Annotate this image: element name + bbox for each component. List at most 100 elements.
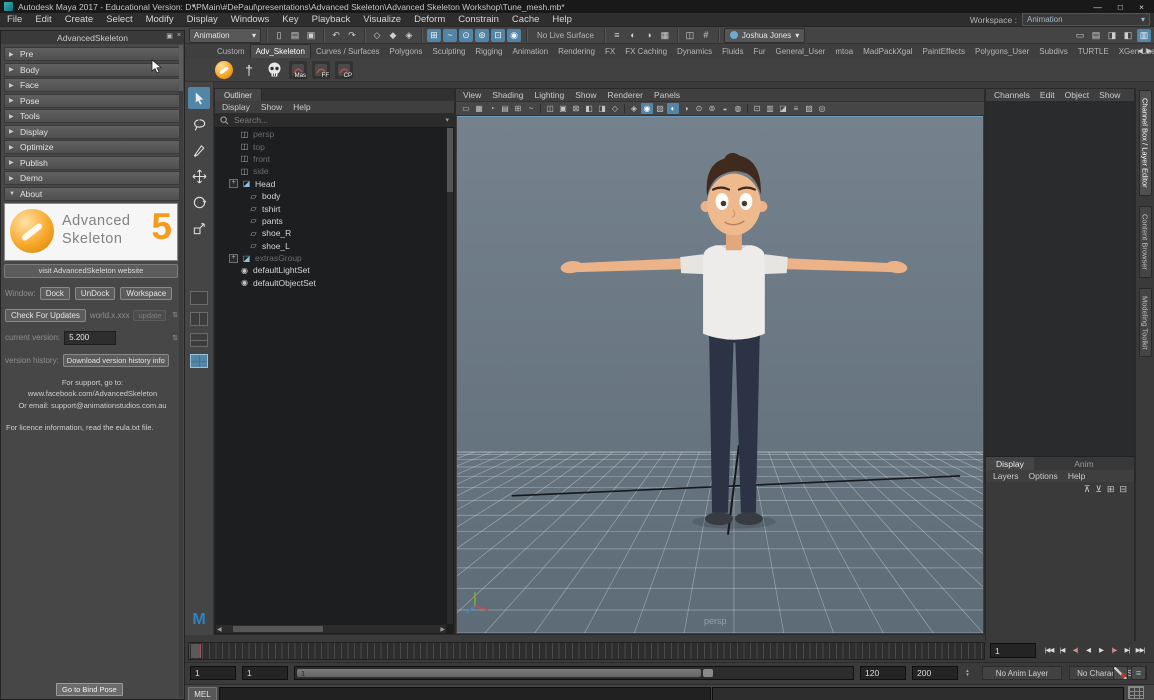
channel-box-toggle-icon[interactable]: ▥ [1137, 29, 1151, 42]
outliner-item-defaultlightset[interactable]: ◉defaultLightSet [215, 264, 446, 276]
step-back-frame-button[interactable]: |◀ [1056, 643, 1068, 657]
new-scene-icon[interactable]: ▯ [272, 29, 286, 42]
viewport-menu-show[interactable]: Show [575, 90, 596, 100]
play-forwards-button[interactable]: ▶ [1095, 643, 1107, 657]
bookmark-icon[interactable]: ◔ [486, 103, 498, 114]
lasso-tool-icon[interactable] [188, 113, 210, 135]
menu-deform[interactable]: Deform [414, 14, 445, 25]
as-section-face[interactable]: ▶Face [4, 78, 180, 92]
expand-icon[interactable]: + [229, 179, 238, 188]
menu-create[interactable]: Create [65, 14, 94, 25]
shadows-icon[interactable]: ◑ [680, 103, 692, 114]
mas-tool-shelf-icon[interactable]: Mas [289, 61, 307, 79]
as-section-about[interactable]: ▼About [4, 187, 180, 201]
safe-title-icon[interactable]: ◇ [609, 103, 621, 114]
shelf-menu-icon[interactable]: ▾ [192, 2, 196, 10]
as-section-publish[interactable]: ▶Publish [4, 156, 180, 170]
menu-cache[interactable]: Cache [512, 14, 539, 25]
select-component-icon[interactable]: ◈ [402, 29, 416, 42]
range-slider[interactable]: 1 [294, 666, 854, 680]
outliner-item-defaultobjectset[interactable]: ◉defaultObjectSet [215, 277, 446, 289]
outliner-item-tshirt[interactable]: ▱tshirt [215, 202, 446, 214]
shelf-tab-general-user[interactable]: General_User [771, 45, 831, 58]
snap-point-icon[interactable]: ⊙ [459, 29, 473, 42]
workspace-select[interactable]: Animation ▾ [1022, 13, 1150, 26]
time-slider[interactable] [188, 642, 985, 660]
multisample-aa-icon[interactable]: ◒ [719, 103, 731, 114]
outliner-menu-display[interactable]: Display [222, 102, 250, 112]
layer-menu-options[interactable]: Options [1029, 471, 1058, 481]
two-pane-side-layout-button[interactable] [190, 312, 208, 326]
outliner-item-shoe-r[interactable]: ▱shoe_R [215, 227, 446, 239]
menu-playback[interactable]: Playback [312, 14, 351, 25]
shelf-tab-rendering[interactable]: Rendering [553, 45, 600, 58]
exposure-icon[interactable]: ≡ [790, 103, 802, 114]
playback-start-field[interactable]: 1 [242, 666, 288, 680]
shelf-tab-custom[interactable]: Custom [212, 45, 250, 58]
as-section-display[interactable]: ▶Display [4, 125, 180, 139]
menu-modify[interactable]: Modify [146, 14, 174, 25]
select-object-icon[interactable]: ◆ [386, 29, 400, 42]
outliner-item-top[interactable]: ◫top [215, 140, 446, 152]
outliner-vertical-scrollbar[interactable] [447, 128, 453, 624]
shelf-tab-sculpting[interactable]: Sculpting [427, 45, 470, 58]
shelf-tab-fx-caching[interactable]: FX Caching [620, 45, 672, 58]
panel-pin-icon[interactable]: ▣ [166, 32, 173, 40]
select-camera-icon[interactable]: ▭ [460, 103, 472, 114]
outliner-horizontal-scrollbar[interactable]: ◀ ▶ [216, 625, 446, 633]
shelf-tab-rigging[interactable]: Rigging [470, 45, 507, 58]
bind-pose-cross-shelf-icon[interactable]: † [239, 60, 259, 80]
dock-button[interactable]: Dock [40, 287, 70, 300]
make-live-icon[interactable]: ◉ [507, 29, 521, 42]
tool-settings-toggle-icon[interactable]: ◧ [1121, 29, 1135, 42]
skull-shelf-icon[interactable] [264, 60, 284, 80]
rotate-tool-icon[interactable] [188, 191, 210, 213]
ff-tool-shelf-icon[interactable]: FF [312, 61, 330, 79]
two-pane-stacked-layout-button[interactable] [190, 333, 208, 347]
outliner-item-persp[interactable]: ◫persp [215, 128, 446, 140]
side-tab-channel-box-layer-editor[interactable]: Channel Box / Layer Editor [1139, 90, 1152, 196]
viewport-menu-lighting[interactable]: Lighting [534, 90, 564, 100]
render-current-frame-icon[interactable]: ◐ [626, 29, 640, 42]
current-frame-field[interactable]: 1 [990, 643, 1036, 658]
redo-icon[interactable]: ↷ [345, 29, 359, 42]
channelbox-menu-object[interactable]: Object [1065, 90, 1090, 100]
viewport-menu-view[interactable]: View [463, 90, 481, 100]
numeric-input-icon[interactable]: # [699, 29, 713, 42]
ipr-render-icon[interactable]: ◑ [642, 29, 656, 42]
maximize-button[interactable]: □ [1118, 2, 1123, 12]
four-pane-layout-button[interactable] [190, 354, 208, 368]
outliner-item-extrasgroup[interactable]: +◪extrasGroup [215, 252, 446, 264]
user-account-button[interactable]: Joshua Jones▾ [724, 28, 805, 43]
shelf-tab-animation[interactable]: Animation [508, 45, 554, 58]
wireframe-icon[interactable]: ◈ [628, 103, 640, 114]
shelf-scroll-left-icon[interactable]: ◀ [1137, 47, 1142, 55]
move-layer-up-icon[interactable]: ⊼ [1084, 484, 1091, 495]
step-forward-frame-button[interactable]: ▶| [1121, 643, 1133, 657]
shelf-tab-painteffects[interactable]: PaintEffects [917, 45, 970, 58]
move-tool-icon[interactable] [188, 165, 210, 187]
viewport-menu-renderer[interactable]: Renderer [608, 90, 643, 100]
download-version-history-button[interactable]: Download version history info [63, 354, 169, 367]
2d-pan-zoom-icon[interactable]: ⊞ [512, 103, 524, 114]
menu-display[interactable]: Display [187, 14, 218, 25]
workspace-button[interactable]: Workspace [120, 287, 172, 300]
menu-help[interactable]: Help [552, 14, 572, 25]
grease-pencil-icon[interactable]: ~ [525, 103, 537, 114]
motion-blur-icon[interactable]: ⊚ [706, 103, 718, 114]
layer-tab-anim[interactable]: Anim [1034, 457, 1134, 470]
cp-tool-shelf-icon[interactable]: CP [335, 61, 353, 79]
shelf-tab-fx[interactable]: FX [600, 45, 620, 58]
current-version-field[interactable]: 5.200 [64, 331, 116, 345]
auto-keyframe-toggle-icon[interactable] [1113, 666, 1128, 680]
filter-caret-icon[interactable]: ▾ [445, 116, 449, 124]
playback-end-field[interactable]: 120 [860, 666, 906, 680]
camera-attributes-icon[interactable]: ▦ [473, 103, 485, 114]
channelbox-menu-edit[interactable]: Edit [1040, 90, 1055, 100]
current-frame-marker[interactable] [191, 644, 201, 658]
scroll-right-icon[interactable]: ▶ [439, 626, 446, 633]
scroll-left-icon[interactable]: ◀ [216, 626, 223, 633]
layer-menu-layers[interactable]: Layers [993, 471, 1019, 481]
range-spinner[interactable]: ▲▼ [963, 666, 972, 680]
step-back-key-button[interactable]: ◀| [1069, 643, 1081, 657]
